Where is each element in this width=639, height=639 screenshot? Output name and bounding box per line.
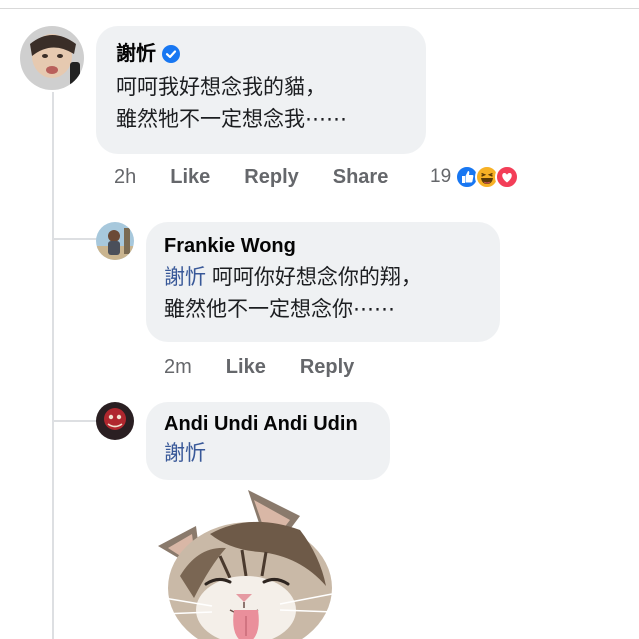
comment-text-line: 謝忻 (164, 438, 372, 470)
like-button[interactable]: Like (170, 166, 210, 189)
reply-button[interactable]: Reply (300, 356, 354, 379)
reaction-count: 19 (430, 166, 452, 187)
like-button[interactable]: Like (226, 356, 266, 379)
comment-timestamp[interactable]: 2m (164, 356, 192, 379)
author-name[interactable]: 謝忻 (116, 42, 156, 66)
love-reaction-icon (495, 165, 520, 189)
thread-line (52, 92, 54, 639)
mention-link[interactable]: 謝忻 (164, 442, 206, 465)
comment-thread: 謝忻 呵呵我好想念我的貓， 雖然牠不一定想念我⋯⋯ 2h Like Reply … (0, 0, 639, 639)
avatar[interactable] (96, 402, 134, 440)
comment-text-line: 呵呵我好想念我的貓， (116, 76, 326, 99)
comment-author[interactable]: Andi Undi Andi Udin (164, 412, 372, 436)
avatar[interactable] (20, 26, 84, 90)
comment-bubble: Frankie Wong 謝忻 呵呵你好想念你的翔， 雖然他不一定想念你⋯⋯ (146, 222, 500, 342)
avatar[interactable] (96, 222, 134, 260)
thread-branch (52, 238, 98, 240)
comment-bubble: 謝忻 呵呵我好想念我的貓， 雖然牠不一定想念我⋯⋯ (96, 26, 426, 154)
reaction-summary[interactable]: 19 (430, 165, 520, 189)
comment-actions: 2h Like Reply Share (114, 166, 422, 189)
comment-text-line: 雖然牠不一定想念我⋯⋯ (116, 108, 347, 131)
comment-actions: 2m Like Reply (164, 356, 388, 379)
comment-text-line: 雖然他不一定想念你⋯⋯ (164, 298, 395, 321)
share-button[interactable]: Share (333, 166, 389, 189)
comment-timestamp[interactable]: 2h (114, 166, 136, 189)
comment-bubble: Andi Undi Andi Udin 謝忻 (146, 402, 390, 480)
comment-text: 呵呵你好想念你的翔， (206, 266, 422, 289)
comment-author[interactable]: 謝忻 (116, 42, 406, 66)
verified-badge-icon (162, 45, 180, 63)
licking-cat-sticker[interactable] (150, 486, 340, 639)
comment-text-line: 謝忻 呵呵你好想念你的翔， (164, 262, 482, 294)
mention-link[interactable]: 謝忻 (164, 266, 206, 289)
reply-button[interactable]: Reply (244, 166, 298, 189)
comment-author[interactable]: Frankie Wong (164, 234, 482, 258)
divider (0, 8, 639, 9)
thread-branch (52, 420, 98, 422)
